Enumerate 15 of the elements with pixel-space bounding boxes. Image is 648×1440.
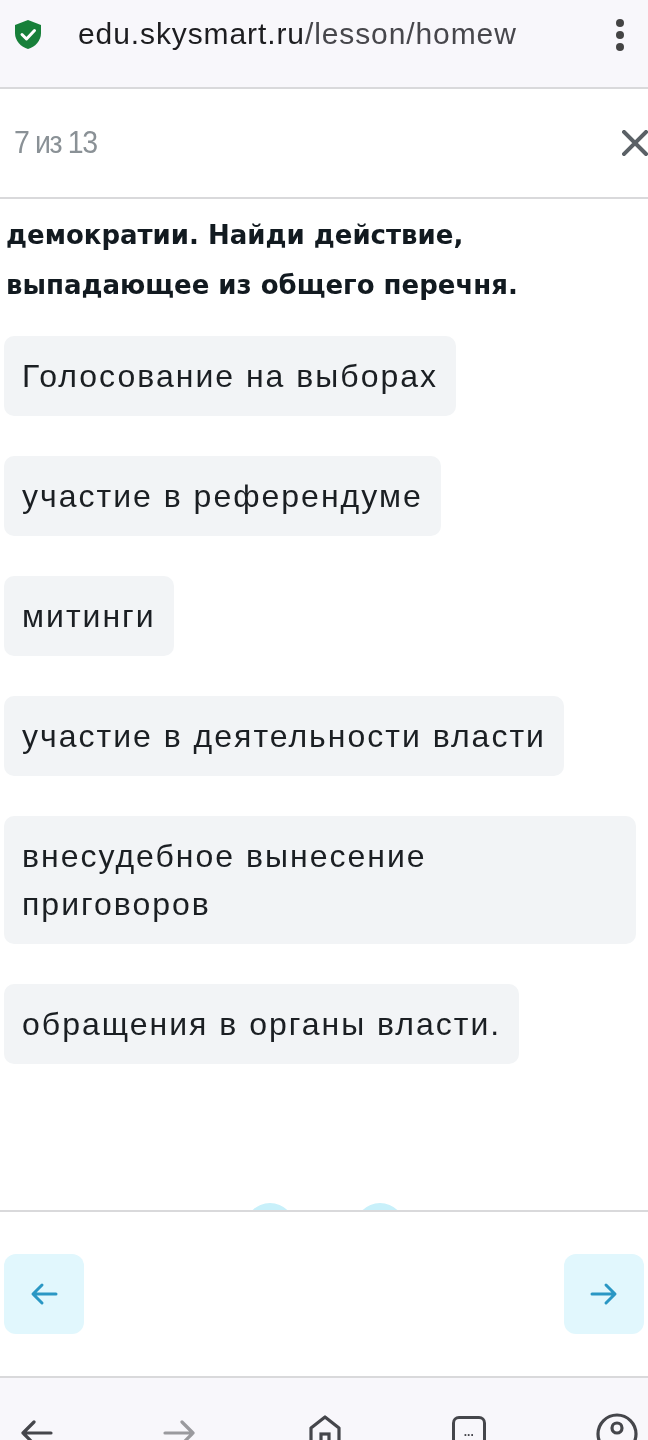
left-arrow-icon xyxy=(30,1282,58,1306)
answer-option[interactable]: внесудебное вынесение приговоров xyxy=(4,816,636,944)
close-icon[interactable] xyxy=(622,130,648,156)
answer-option[interactable]: участие в деятельности власти xyxy=(4,696,564,776)
home-icon[interactable] xyxy=(307,1414,342,1440)
account-icon[interactable] xyxy=(596,1412,638,1440)
question-text: демократии. Найди действие, выпадающее из общего перечня. xyxy=(5,219,519,302)
answer-option[interactable]: митинги xyxy=(4,576,174,656)
answer-option[interactable]: Голосование на выборах xyxy=(4,336,456,416)
answer-option[interactable]: обращения в органы власти. xyxy=(4,984,520,1064)
tabs-button[interactable]: ... xyxy=(451,1416,486,1440)
menu-icon[interactable] xyxy=(615,18,625,52)
right-arrow-icon xyxy=(590,1282,618,1306)
progress-counter: 7 из 13 xyxy=(14,124,97,162)
answer-option[interactable]: участие в референдуме xyxy=(4,456,441,536)
